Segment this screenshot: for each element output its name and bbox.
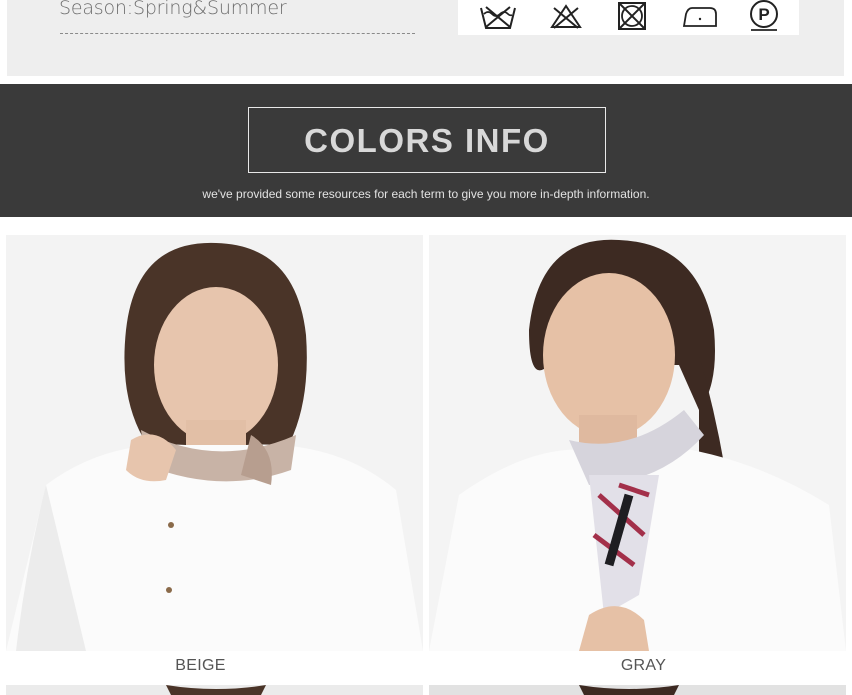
product-photo-beige[interactable] — [6, 235, 423, 651]
do-not-tumble-dry-icon — [615, 0, 649, 34]
season-label: Season:Spring&Summer — [59, 0, 287, 19]
banner-title: COLORS INFO — [304, 122, 550, 159]
product-details-panel: Season:Spring&Summer P — [7, 0, 844, 76]
banner-subtitle: we've provided some resources for each t… — [202, 187, 650, 201]
product-photo-gray[interactable] — [429, 235, 846, 651]
color-label-beige: BEIGE — [175, 657, 226, 674]
product-photo-next-right[interactable] — [429, 685, 846, 695]
care-instructions: P — [458, 0, 799, 35]
product-photo-next-left[interactable] — [6, 685, 423, 695]
banner-title-frame: COLORS INFO — [248, 107, 606, 173]
color-label-gray: GRAY — [620, 657, 667, 674]
hand-wash-icon — [478, 0, 518, 34]
do-not-bleach-icon — [548, 0, 584, 34]
colors-info-banner: COLORS INFO we've provided some resource… — [0, 84, 852, 217]
svg-text:P: P — [758, 5, 769, 24]
iron-icon — [680, 0, 720, 34]
dashed-divider — [60, 33, 415, 34]
dry-clean-p-icon: P — [747, 0, 783, 34]
